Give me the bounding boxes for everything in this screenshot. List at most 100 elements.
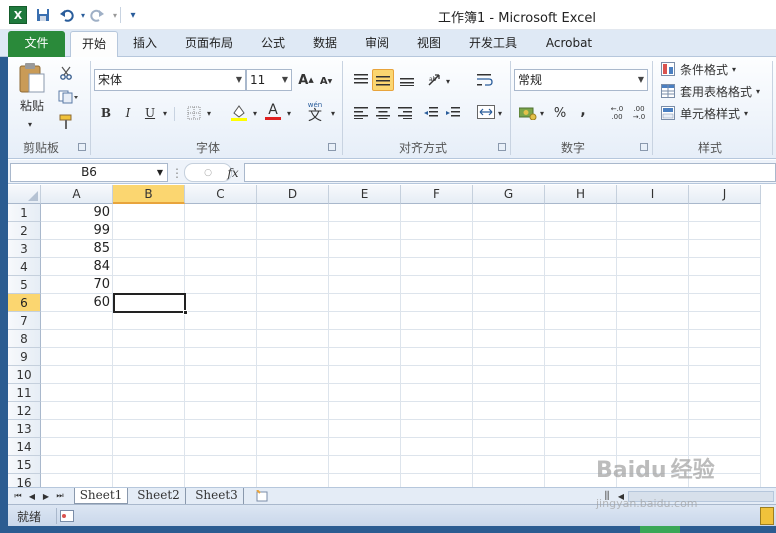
last-sheet-icon[interactable]: ⏭ [54,489,66,503]
cell-i10[interactable] [617,366,689,384]
row-header-1[interactable]: 1 [8,204,41,222]
cell-b4[interactable] [113,258,185,276]
column-header-e[interactable]: E [329,185,401,204]
cell-h8[interactable] [545,330,617,348]
cell-h6[interactable] [545,294,617,312]
cell-a2[interactable]: 99 [41,222,113,240]
cell-i9[interactable] [617,348,689,366]
fill-handle[interactable] [183,310,188,315]
cell-a14[interactable] [41,438,113,456]
tab-formulas[interactable]: 公式 [254,30,292,57]
cell-g14[interactable] [473,438,545,456]
cell-d16[interactable] [257,474,329,487]
cell-b9[interactable] [113,348,185,366]
underline-button[interactable]: U [142,105,158,121]
cell-h10[interactable] [545,366,617,384]
orientation-dropdown-icon[interactable]: ▾ [444,75,452,87]
cell-c11[interactable] [185,384,257,402]
cell-h13[interactable] [545,420,617,438]
cell-j6[interactable] [689,294,761,312]
cell-d11[interactable] [257,384,329,402]
cell-b8[interactable] [113,330,185,348]
cell-a9[interactable] [41,348,113,366]
conditional-format-icon[interactable] [660,61,676,77]
cell-f9[interactable] [401,348,473,366]
cell-a10[interactable] [41,366,113,384]
cell-e4[interactable] [329,258,401,276]
wrap-text-icon[interactable] [476,71,494,89]
cell-j2[interactable] [689,222,761,240]
cell-g11[interactable] [473,384,545,402]
cell-e5[interactable] [329,276,401,294]
tab-acrobat[interactable]: Acrobat [540,30,598,57]
cell-h11[interactable] [545,384,617,402]
cell-b1[interactable] [113,204,185,222]
cell-f3[interactable] [401,240,473,258]
merge-dropdown-icon[interactable]: ▾ [496,107,504,119]
cell-c1[interactable] [185,204,257,222]
cell-g5[interactable] [473,276,545,294]
borders-icon[interactable] [186,105,202,121]
number-format-combo[interactable]: 常规 ▼ [514,69,648,91]
cell-f6[interactable] [401,294,473,312]
cell-g1[interactable] [473,204,545,222]
cell-j11[interactable] [689,384,761,402]
window-resize-icon[interactable] [760,507,774,525]
row-header-14[interactable]: 14 [8,438,41,456]
cell-e6[interactable] [329,294,401,312]
paste-icon[interactable] [18,61,46,95]
cell-g10[interactable] [473,366,545,384]
cell-e12[interactable] [329,402,401,420]
underline-dropdown-icon[interactable]: ▾ [160,107,170,119]
cell-c3[interactable] [185,240,257,258]
save-icon[interactable] [34,6,52,24]
cell-b5[interactable] [113,276,185,294]
cell-i3[interactable] [617,240,689,258]
cell-j9[interactable] [689,348,761,366]
cut-icon[interactable] [58,65,74,81]
tab-review[interactable]: 审阅 [358,30,396,57]
cell-f4[interactable] [401,258,473,276]
decrease-font-size-button[interactable]: A ▼ [318,73,334,89]
tab-home[interactable]: 开始 [70,31,118,58]
cell-b16[interactable] [113,474,185,487]
cell-e11[interactable] [329,384,401,402]
cell-h5[interactable] [545,276,617,294]
cell-styles-button[interactable]: 单元格样式 ▾ [680,105,770,121]
column-header-f[interactable]: F [401,185,473,204]
cell-a16[interactable] [41,474,113,487]
increase-font-size-button[interactable]: A ▲ [298,71,314,89]
sheet-tab-active[interactable]: Sheet1 [74,488,128,504]
cell-g16[interactable] [473,474,545,487]
tab-page-layout[interactable]: 页面布局 [178,30,240,57]
cell-a4[interactable]: 84 [41,258,113,276]
redo-dropdown-icon[interactable]: ▾ [106,6,124,24]
column-header-d[interactable]: D [257,185,329,204]
cell-a7[interactable] [41,312,113,330]
cell-c6[interactable] [185,294,257,312]
cell-e3[interactable] [329,240,401,258]
cell-i11[interactable] [617,384,689,402]
tab-developer[interactable]: 开发工具 [462,30,524,57]
tab-data[interactable]: 数据 [306,30,344,57]
middle-align-icon[interactable] [372,69,394,91]
cell-c8[interactable] [185,330,257,348]
cell-b14[interactable] [113,438,185,456]
cell-d4[interactable] [257,258,329,276]
cell-a5[interactable]: 70 [41,276,113,294]
name-box[interactable]: B6 ▼ [10,163,168,182]
column-header-h[interactable]: H [545,185,617,204]
cell-b3[interactable] [113,240,185,258]
cell-g15[interactable] [473,456,545,474]
cell-j5[interactable] [689,276,761,294]
cell-e15[interactable] [329,456,401,474]
cell-c15[interactable] [185,456,257,474]
cell-c12[interactable] [185,402,257,420]
cell-c9[interactable] [185,348,257,366]
cell-a3[interactable]: 85 [41,240,113,258]
cell-a6[interactable]: 60 [41,294,113,312]
cell-d6[interactable] [257,294,329,312]
next-sheet-icon[interactable]: ▶ [40,489,52,503]
cell-b12[interactable] [113,402,185,420]
cell-h4[interactable] [545,258,617,276]
